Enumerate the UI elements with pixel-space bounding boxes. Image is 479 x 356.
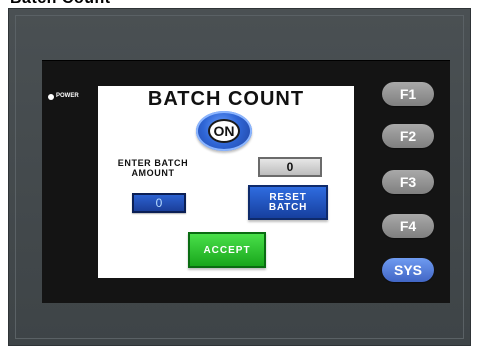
touch-screen: BATCH COUNT ON ENTER BATCH AMOUNT 0 0 RE… xyxy=(98,86,354,278)
reset-batch-button[interactable]: RESET BATCH xyxy=(248,185,328,220)
power-label: POWER xyxy=(56,93,79,99)
f1-key[interactable]: F1 xyxy=(382,82,434,106)
f2-key[interactable]: F2 xyxy=(382,124,434,148)
accept-button[interactable]: ACCEPT xyxy=(188,232,266,268)
f3-key[interactable]: F3 xyxy=(382,170,434,194)
enter-batch-amount-label: ENTER BATCH AMOUNT xyxy=(117,158,189,178)
power-led-icon xyxy=(48,94,54,100)
top-cropped-title: Batch Count xyxy=(0,0,479,8)
batch-count-display: 0 xyxy=(258,157,322,177)
on-toggle-label: ON xyxy=(208,119,240,143)
on-toggle-button[interactable]: ON xyxy=(196,111,252,151)
sys-key[interactable]: SYS xyxy=(382,258,434,282)
f4-key[interactable]: F4 xyxy=(382,214,434,238)
batch-amount-input[interactable]: 0 xyxy=(132,193,186,213)
screen-title: BATCH COUNT xyxy=(147,88,305,110)
